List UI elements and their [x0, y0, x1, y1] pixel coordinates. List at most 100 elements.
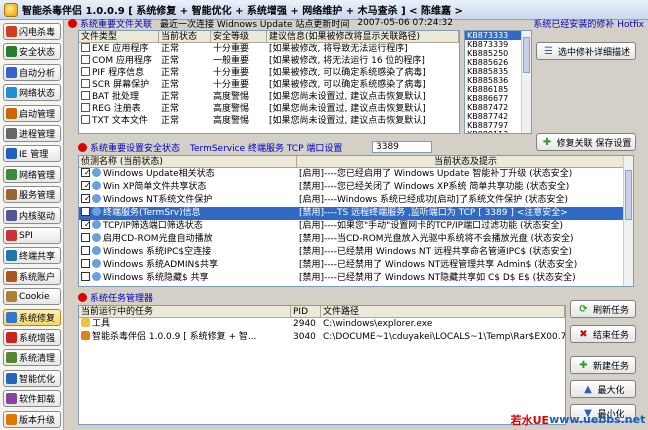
sidebar-item-12[interactable]: 系统账户 [3, 267, 61, 285]
sidebar-item-7[interactable]: 网络管理 [3, 165, 61, 183]
col-status: 当前状态 [159, 31, 211, 42]
security-row[interactable]: ✓ Windows Update相关状态 [启用]----您已经启用了 Window… [79, 168, 633, 181]
file-type-cell: COM 应用程序 [79, 55, 159, 67]
sidebar-item-6[interactable]: IE 管理 [3, 145, 61, 163]
sidebar-item-label: 系统修复 [19, 313, 56, 324]
fix-save-label: 修复关联 保存设置 [556, 138, 632, 149]
chip-icon [6, 209, 17, 221]
security-checkbox[interactable] [81, 246, 90, 255]
file-assoc-table: 文件类型 当前状态 安全等级 建议信息(如果被修改将显示关联路径) EXE 应用… [78, 30, 460, 134]
security-row[interactable]: ✓ TCP/IP筛选端口筛选状态 [启用]----如果您"手动"设置网卡的TCP/I… [79, 220, 633, 233]
sidebar-item-2[interactable]: 自动分析 [3, 63, 61, 81]
sidebar-item-16[interactable]: 系统清理 [3, 349, 61, 367]
sidebar-item-label: 安全状态 [19, 48, 56, 59]
sidebar-item-17[interactable]: 智能优化 [3, 369, 61, 387]
security-row[interactable]: ✓ Windows NT系统文件保护 [启用]----Windows 系统已经成功[… [79, 194, 633, 207]
spi-icon [6, 230, 17, 241]
sidebar-item-13[interactable]: Cookie [3, 288, 61, 306]
hotfix-scroll-thumb[interactable] [523, 37, 530, 73]
security-checkbox[interactable]: ✓ [81, 194, 90, 203]
hotfix-detail-button[interactable]: ☰ 选中修补详细描述 [536, 42, 636, 60]
security-name-cell: ✓ Windows Update相关状态 [79, 168, 297, 181]
security-name-text: 终端服务(TermSrv)信息 [103, 208, 201, 218]
sidebar-item-label: 闪电杀毒 [19, 28, 56, 38]
sidebar-item-4[interactable]: 启动管理 [3, 104, 61, 122]
sidebar-item-18[interactable]: 软件卸载 [3, 390, 61, 408]
file-assoc-row[interactable]: TXT 文本文件 正常 高度警惕 [如果您尚未设置过, 建议点击恢复默认] [79, 115, 459, 127]
file-status-cell: 正常 [161, 104, 180, 114]
sidebar-item-1[interactable]: 安全状态 [3, 43, 61, 61]
file-type-icon [81, 79, 90, 88]
task-row[interactable]: 工具 2940 C:\windows\explorer.exe [79, 318, 565, 331]
fix-save-button[interactable]: ✚ 修复关联 保存设置 [536, 133, 636, 151]
sidebar-item-11[interactable]: 终端共享 [3, 247, 61, 265]
security-name-text: Windows 系统隐藏$ 共享 [103, 273, 209, 283]
file-assoc-row[interactable]: REG 注册表 正常 高度警惕 [如果您尚未设置过, 建议点击恢复默认] [79, 103, 459, 115]
security-checkbox[interactable] [81, 233, 90, 242]
sidebar-item-19[interactable]: 版本升级 [3, 410, 61, 428]
sidebar-item-label: 版本升级 [19, 415, 56, 426]
security-scrollbar[interactable] [623, 156, 633, 286]
file-type-icon [81, 43, 90, 52]
setting-icon [92, 194, 101, 203]
sidebar-item-3[interactable]: 网络状态 [3, 84, 61, 102]
hotfix-scrollbar[interactable] [521, 31, 531, 133]
security-row[interactable]: 终端服务(TermSrv)信息 [禁用]----TS 远程终端服务 ,监听端口为 … [79, 207, 633, 220]
sidebar-item-0[interactable]: 闪电杀毒 [3, 23, 61, 40]
add-icon: ✚ [542, 136, 552, 148]
refresh-task-label: 刷新任务 [592, 305, 629, 316]
task-name-cell: 工具 [79, 318, 291, 331]
cookie-icon [6, 291, 17, 303]
col-state-tip: 当前状态及提示 [297, 156, 633, 167]
broom-icon [6, 352, 17, 364]
file-type-icon [81, 55, 90, 64]
security-checkbox[interactable] [81, 259, 90, 268]
end-task-button[interactable]: ✖ 结束任务 [570, 325, 636, 343]
security-table-header: 侦测名称 (当前状态) 当前状态及提示 [79, 156, 633, 168]
security-name-text: 启用CD-ROM光盘自动播放 [103, 234, 213, 244]
new-task-button[interactable]: ✚ 新建任务 [570, 356, 636, 374]
security-checkbox[interactable] [81, 272, 90, 281]
last-connect-label: 最近一次连接 Widnows Update 站点更新时间 [160, 19, 350, 30]
security-checkbox[interactable] [81, 207, 90, 216]
sidebar-item-15[interactable]: 系统增强 [3, 329, 61, 346]
share-icon [6, 250, 17, 262]
file-assoc-row[interactable]: PIF 程序信息 正常 十分重要 [如果被修改, 可以确定系统感染了病毒] [79, 67, 459, 79]
security-checkbox[interactable]: ✓ [81, 168, 90, 177]
terminal-port-input[interactable]: 3389 [372, 141, 432, 153]
file-advice-cell: [如果被修改, 可以确定系统感染了病毒] [269, 68, 426, 78]
security-name-text: Windows Update相关状态 [103, 169, 215, 179]
security-checkbox[interactable]: ✓ [81, 181, 90, 190]
sidebar-item-14[interactable]: 系统修复 [3, 308, 61, 326]
security-row[interactable]: Windows 系统IPC$空连接 [禁用]----已经禁用 Windows NT… [79, 246, 633, 259]
security-row[interactable]: ✓ Win XP简单文件共享状态 [禁用]----您已经关闭了 Windows XP… [79, 181, 633, 194]
security-checkbox[interactable]: ✓ [81, 220, 90, 229]
file-assoc-row[interactable]: EXE 应用程序 正常 十分重要 [如果被修改, 将导致无法运行程序] [79, 43, 459, 55]
refresh-task-button[interactable]: ⟳ 刷新任务 [570, 300, 636, 318]
sidebar-item-label: 系统增强 [19, 334, 56, 344]
task-row[interactable]: 智能杀毒伴侣 1.0.0.9 [ 系统修复 + 智... 3040 C:\DOCUM… [79, 331, 565, 344]
sidebar-item-10[interactable]: SPI [3, 227, 61, 244]
task-path-cell: C:\DOCUME~1\cduyakei\LOCALS~1\Temp\Rar$E… [323, 332, 565, 342]
file-assoc-row[interactable]: BAT 批处理 正常 高度警惕 [如果您尚未设置过, 建议点击恢复默认] [79, 91, 459, 103]
setting-icon [92, 233, 101, 242]
sidebar-item-5[interactable]: 进程管理 [3, 125, 61, 142]
sidebar-item-8[interactable]: 服务管理 [3, 186, 61, 204]
sidebar-item-label: 系统账户 [19, 272, 56, 283]
sidebar-item-9[interactable]: 内核驱动 [3, 206, 61, 224]
file-type-cell: PIF 程序信息 [79, 67, 159, 79]
file-advice-cell: [如果被修改, 将导致无法运行程序] [269, 44, 408, 54]
security-row[interactable]: Windows 系统隐藏$ 共享 [禁用]----已经禁用了 Windows NT… [79, 272, 633, 285]
security-row[interactable]: Windows 系统ADMIN$共享 [禁用]----已经禁用了 Windows … [79, 259, 633, 272]
security-row[interactable]: 启用CD-ROM光盘自动播放 [禁用]----当CD-ROM光盘放入光驱中系统将不… [79, 233, 633, 246]
hotfix-list[interactable]: KB873333 KB873339 KB885250 KB885626 KB885835… [464, 30, 532, 134]
file-assoc-row[interactable]: COM 应用程序 正常 一般重要 [如果被修改, 将无法运行 16 位的程序] [79, 55, 459, 67]
sidebar-item-label: 系统清理 [19, 354, 56, 365]
file-assoc-row[interactable]: SCR 屏幕保护 正常 十分重要 [如果被修改, 可以确定系统感染了病毒] [79, 79, 459, 91]
security-scroll-thumb[interactable] [625, 170, 632, 220]
maximize-button[interactable]: ▲ 最大化 [570, 380, 636, 398]
security-state-cell: [禁用]----当CD-ROM光盘放入光驱中系统将不会播放光盘 (状态安全) [299, 234, 574, 244]
section-bullet-icon [78, 142, 87, 152]
startup-icon [6, 107, 17, 119]
security-name-text: Windows NT系统文件保护 [103, 195, 213, 205]
